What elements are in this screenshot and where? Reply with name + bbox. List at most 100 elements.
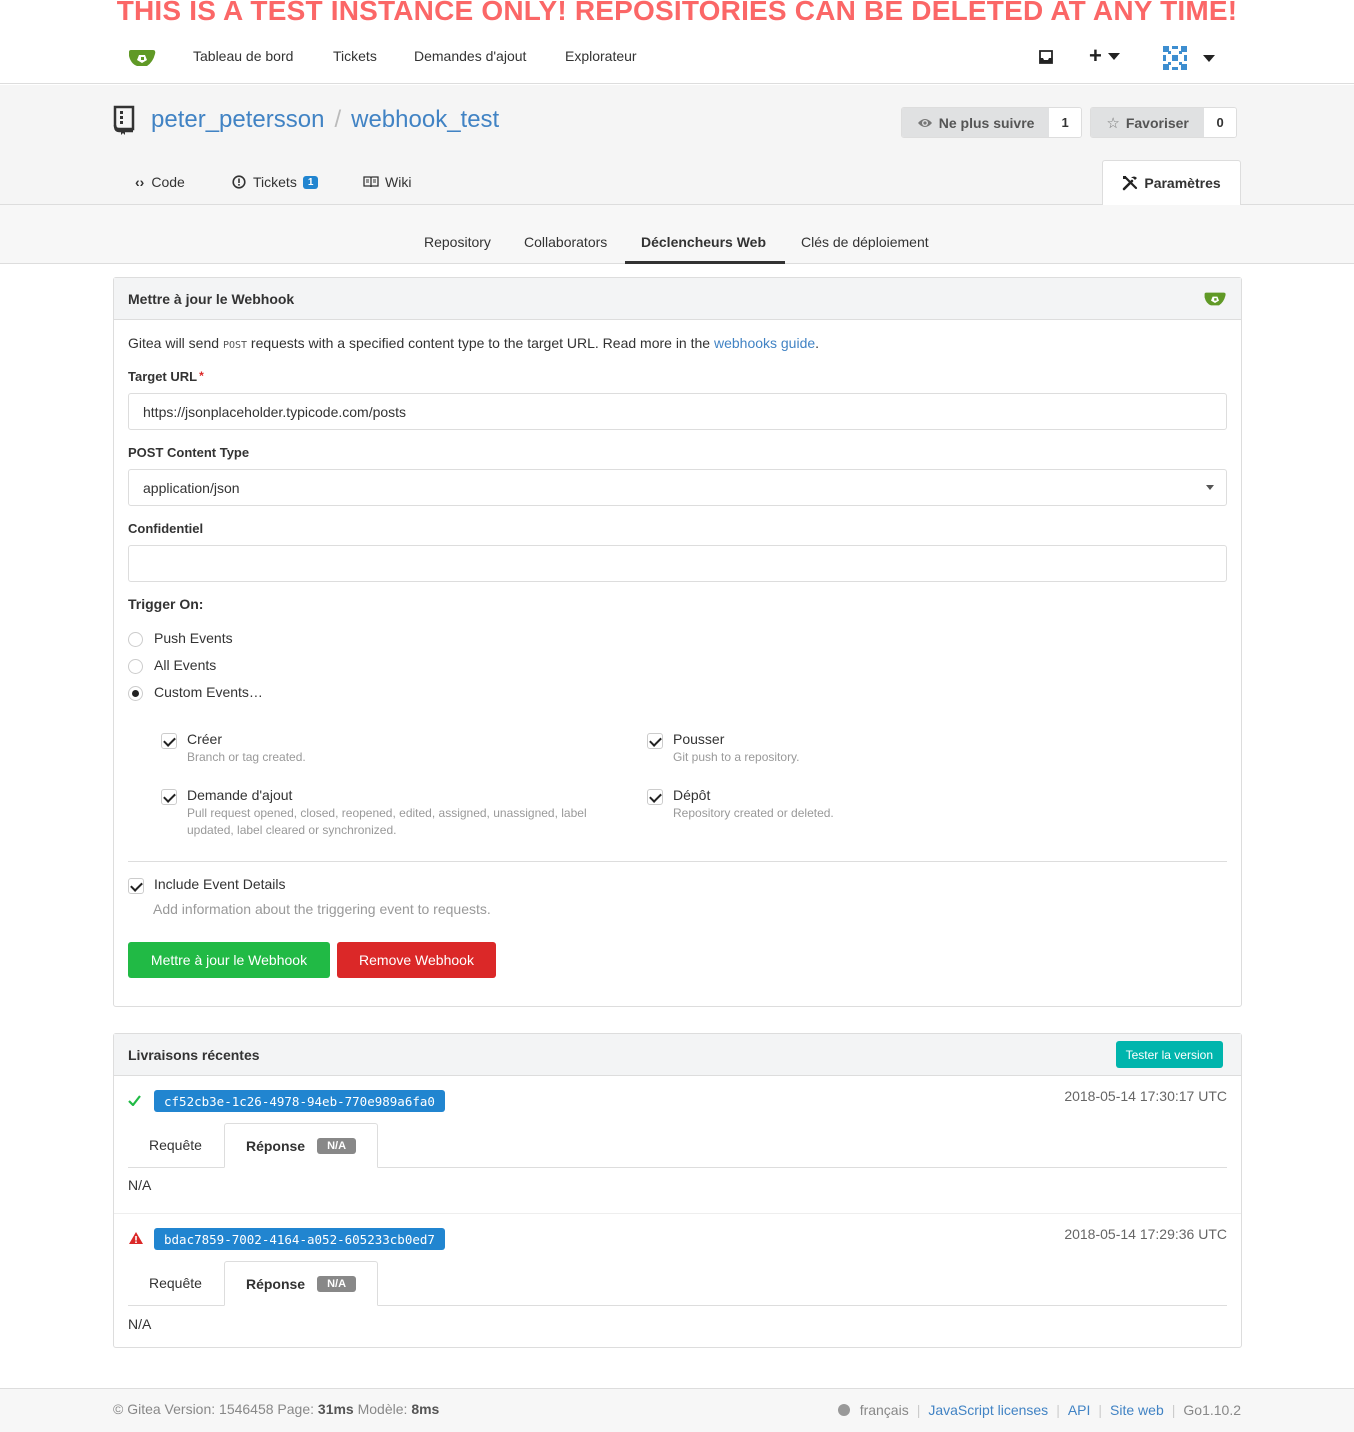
tab-wiki[interactable]: Wiki (363, 174, 411, 190)
include-details-label[interactable]: Include Event Details (154, 876, 286, 892)
tab-settings[interactable]: Paramètres (1102, 160, 1241, 206)
request-tab[interactable]: Requête (149, 1275, 202, 1291)
update-webhook-button[interactable]: Mettre à jour le Webhook (128, 942, 330, 978)
active-tab-underline (625, 261, 785, 264)
radio-custom-events-label[interactable]: Custom Events… (154, 684, 263, 700)
content-type-label: POST Content Type (128, 445, 250, 460)
checkbox-repository-event[interactable] (647, 789, 663, 805)
request-tab[interactable]: Requête (149, 1137, 202, 1153)
dropdown-caret-icon (1206, 485, 1214, 490)
remove-webhook-button[interactable]: Remove Webhook (337, 942, 496, 978)
star-label: Favoriser (1125, 114, 1189, 131)
star-button-group: ☆ Favoriser 0 (1090, 107, 1237, 138)
radio-push-events[interactable] (128, 632, 143, 647)
delivery-response-body: N/A (128, 1316, 152, 1332)
repository-event-desc: Repository created or deleted. (673, 806, 834, 820)
delivery-uuid-badge[interactable]: bdac7859-7002-4164-a052-605233cb0ed7 (154, 1228, 445, 1250)
user-menu[interactable] (1161, 44, 1215, 72)
plus-icon: + (1089, 43, 1102, 68)
radio-all-events[interactable] (128, 659, 143, 674)
radio-push-events-label[interactable]: Push Events (154, 630, 233, 646)
response-tab[interactable]: Réponse N/A (224, 1123, 378, 1168)
unwatch-button[interactable]: Ne plus suivre (902, 108, 1050, 137)
tools-icon (1123, 175, 1138, 191)
content-type-value: application/json (143, 479, 240, 496)
repo-name-link[interactable]: webhook_test (351, 106, 499, 134)
delivery-timestamp: 2018-05-14 17:29:36 UTC (1064, 1226, 1227, 1242)
footer-pipe: | (1056, 1402, 1060, 1418)
gitea-logo-icon[interactable] (127, 48, 157, 68)
subtab-collaborators[interactable]: Collaborators (524, 234, 607, 250)
checkbox-pull-request-event[interactable] (161, 789, 177, 805)
footer: © Gitea Version: 1546458 Page: 31ms Modè… (0, 1388, 1354, 1432)
nav-dashboard[interactable]: Tableau de bord (193, 48, 293, 64)
tab-code[interactable]: ‹› Code (135, 174, 185, 190)
delivery-timestamp: 2018-05-14 17:30:17 UTC (1064, 1088, 1227, 1104)
test-delivery-button[interactable]: Tester la version (1115, 1041, 1223, 1068)
test-instance-banner: THIS IS A TEST INSTANCE ONLY! REPOSITORI… (116, 0, 1238, 26)
nav-pulls[interactable]: Demandes d'ajout (414, 48, 526, 64)
form-divider (128, 861, 1227, 862)
website-link[interactable]: Site web (1110, 1402, 1164, 1418)
webhook-form-header: Mettre à jour le Webhook (114, 278, 1241, 320)
recent-deliveries-title: Livraisons récentes (128, 1046, 260, 1063)
checkbox-include-event-details[interactable] (128, 878, 144, 894)
inbox-icon[interactable] (1038, 49, 1054, 65)
star-count[interactable]: 0 (1204, 108, 1236, 137)
check-success-icon (128, 1095, 141, 1106)
tab-issues[interactable]: Tickets 1 (232, 174, 319, 190)
response-tab-label: Réponse (245, 1275, 306, 1292)
checkbox-push-event[interactable] (647, 733, 663, 749)
delivery-separator (114, 1213, 1241, 1214)
js-licenses-link[interactable]: JavaScript licenses (928, 1402, 1048, 1418)
webhooks-guide-link[interactable]: webhooks guide (714, 335, 815, 351)
delivery-uuid-badge[interactable]: cf52cb3e-1c26-4978-94eb-770e989a6fa0 (154, 1090, 445, 1112)
footer-links: français | JavaScript licenses | API | S… (837, 1402, 1241, 1418)
subtab-webhooks[interactable]: Déclencheurs Web (641, 234, 766, 250)
chevron-down-icon (1203, 54, 1215, 62)
create-event-title: Créer (187, 731, 223, 747)
code-icon: ‹› (135, 174, 145, 190)
footer-copy: © Gitea Version: 1546458 Page: (113, 1401, 315, 1417)
create-event-desc: Branch or tag created. (187, 750, 306, 764)
radio-custom-events[interactable] (128, 686, 143, 701)
radio-all-events-label[interactable]: All Events (154, 657, 216, 673)
top-navbar: Tableau de bord Tickets Demandes d'ajout… (0, 30, 1354, 84)
secret-input[interactable] (128, 545, 1227, 582)
repo-title-separator: / (334, 106, 342, 133)
create-menu[interactable]: + (1089, 44, 1120, 68)
content-type-select[interactable]: application/json (128, 469, 1227, 506)
target-url-input[interactable]: https://jsonplaceholder.typicode.com/pos… (128, 393, 1227, 430)
nav-explore[interactable]: Explorateur (565, 48, 637, 64)
push-event-desc: Git push to a repository. (673, 750, 800, 764)
response-tab-label: Réponse (245, 1137, 306, 1154)
repo-owner-link[interactable]: peter_petersson (151, 106, 324, 134)
response-status-badge: N/A (317, 1137, 357, 1154)
watch-count[interactable]: 1 (1049, 108, 1081, 137)
footer-pipe: | (1171, 1402, 1176, 1418)
language-selector[interactable]: français (860, 1402, 909, 1418)
include-details-desc: Add information about the triggering eve… (153, 901, 491, 917)
api-link[interactable]: API (1068, 1402, 1091, 1418)
nav-issues[interactable]: Tickets (333, 48, 377, 64)
footer-template-time: 8ms (411, 1401, 440, 1417)
tab-settings-label: Paramètres (1144, 175, 1221, 191)
webhook-desc-end: . (815, 335, 820, 351)
recent-deliveries-panel: Livraisons récentes Tester la version cf… (113, 1033, 1242, 1348)
response-tab[interactable]: Réponse N/A (224, 1261, 378, 1306)
push-event-title: Pousser (673, 731, 725, 747)
footer-page-time: 31ms (317, 1401, 354, 1417)
subtab-deploy-keys[interactable]: Clés de déploiement (801, 234, 929, 250)
repo-title: peter_petersson / webhook_test (113, 105, 499, 135)
secret-label: Confidentiel (128, 521, 204, 536)
warning-icon (129, 1232, 143, 1244)
star-button[interactable]: ☆ Favoriser (1091, 108, 1205, 137)
tab-code-label: Code (151, 174, 185, 190)
issues-count-badge: 1 (302, 175, 319, 189)
required-asterisk: * (199, 369, 204, 383)
footer-template-label: Modèle: (357, 1401, 408, 1417)
subtab-repository[interactable]: Repository (424, 234, 491, 250)
footer-pipe: | (916, 1402, 921, 1418)
response-status-badge: N/A (317, 1275, 357, 1292)
checkbox-create-event[interactable] (161, 733, 177, 749)
